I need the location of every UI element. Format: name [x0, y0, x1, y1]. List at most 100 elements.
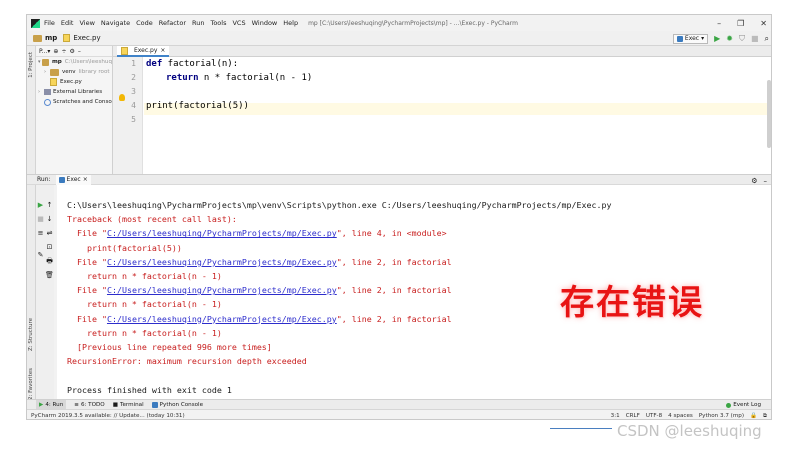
editor-scrollbar[interactable]: [767, 80, 771, 148]
terminal-icon: ■: [112, 401, 119, 408]
minimize-button[interactable]: –: [717, 19, 721, 28]
menu-file[interactable]: File: [44, 19, 55, 27]
run-panel-header: Run: Exec × ⚙ –: [27, 174, 771, 185]
lock-icon[interactable]: 🔒: [750, 413, 757, 419]
indent-setting[interactable]: 4 spaces: [668, 413, 693, 419]
tree-item-mp[interactable]: ▾ mp C:\Users\leeshuq: [36, 57, 112, 67]
close-icon[interactable]: ×: [83, 176, 88, 183]
tool-tab-label: Python Console: [159, 401, 204, 408]
folder-icon: [50, 68, 59, 76]
tree-item-scratches[interactable]: Scratches and Conso: [36, 97, 112, 107]
tree-item-exec-py[interactable]: Exec.py: [36, 77, 112, 87]
menu-vcs[interactable]: VCS: [232, 19, 245, 27]
status-widgets: 3:1 CRLF UTF-8 4 spaces Python 3.7 (mp) …: [611, 410, 767, 420]
hide-icon[interactable]: –: [78, 48, 81, 55]
status-message[interactable]: PyCharm 2019.3.5 available: // Update...…: [31, 413, 185, 419]
menu-run[interactable]: Run: [192, 19, 204, 27]
run-icon[interactable]: ▶: [714, 34, 720, 44]
file-link[interactable]: C:/Users/leeshuqing/PycharmProjects/mp/E…: [107, 285, 337, 295]
run-configuration-select[interactable]: Exec ▾: [672, 33, 709, 44]
code-text: print(factorial(5)): [146, 101, 249, 111]
structure-tool-button[interactable]: Z: Structure: [28, 318, 34, 351]
debug-icon[interactable]: ✹: [726, 34, 733, 44]
breadcrumb-file[interactable]: Exec.py: [73, 34, 100, 42]
editor-tab-label: Exec.py: [134, 47, 158, 54]
maximize-button[interactable]: ❐: [737, 19, 744, 28]
close-button[interactable]: ✕: [760, 19, 767, 28]
lightbulb-icon[interactable]: [119, 94, 125, 101]
favorites-tool-button[interactable]: 2: Favorites: [28, 368, 34, 400]
tool-tab-run[interactable]: ▶ 4: Run: [36, 399, 67, 410]
print-icon[interactable]: 🖶: [45, 257, 54, 268]
menu-refactor[interactable]: Refactor: [159, 19, 186, 27]
menu-code[interactable]: Code: [136, 19, 153, 27]
project-panel-header: P...▾ ⊕ ÷ ⚙ –: [36, 46, 112, 57]
tree-item-external-libraries[interactable]: › External Libraries: [36, 87, 112, 97]
memory-icon[interactable]: ⧉: [763, 413, 767, 420]
event-log-icon: [726, 402, 732, 408]
code-editor[interactable]: 1 2 3 4 5 def factorial(n): return n * f…: [113, 57, 771, 174]
close-icon[interactable]: ×: [160, 47, 165, 54]
scroll-to-end-icon[interactable]: ⊡: [45, 243, 54, 251]
python-interpreter[interactable]: Python 3.7 (mp): [699, 413, 744, 419]
tool-tab-todo[interactable]: ≡ 6: TODO: [74, 402, 104, 408]
menu-help[interactable]: Help: [283, 19, 298, 27]
stop-icon[interactable]: ■: [36, 215, 45, 223]
line-separator[interactable]: CRLF: [626, 413, 640, 419]
search-icon[interactable]: ⌕: [765, 34, 769, 44]
coverage-icon[interactable]: ⛉: [739, 34, 745, 44]
stop-icon[interactable]: ■: [751, 34, 759, 44]
layout-icon[interactable]: ≡: [36, 229, 45, 237]
run-tab-label: Exec: [66, 176, 81, 183]
console-text: ", line 2, in factorial: [336, 313, 452, 324]
code-text: factorial(n):: [162, 59, 239, 69]
run-panel-label: Run:: [37, 176, 51, 183]
gear-icon[interactable]: ⚙: [69, 48, 74, 55]
editor-tab-exec-py[interactable]: Exec.py ×: [117, 46, 170, 57]
run-tab-exec[interactable]: Exec ×: [55, 174, 91, 185]
scratches-icon: [44, 98, 51, 106]
title-bar: File Edit View Navigate Code Refactor Ru…: [27, 15, 771, 31]
console-line: File "C:/Users/leeshuqing/PycharmProject…: [67, 257, 452, 267]
gear-icon[interactable]: ⚙: [751, 177, 757, 185]
library-icon: [44, 89, 51, 95]
window-title: mp [C:\Users\leeshuqing\PycharmProjects\…: [308, 19, 518, 27]
error-stamp-annotation: 存在错误: [560, 283, 704, 323]
menu-window[interactable]: Window: [252, 19, 278, 27]
project-tool-button[interactable]: 1: Project: [28, 52, 34, 78]
console-line: [Previous line repeated 996 more times]: [67, 342, 272, 352]
tool-tab-terminal[interactable]: ■ Terminal: [113, 402, 144, 408]
collapse-icon[interactable]: ÷: [61, 48, 66, 55]
project-view-select[interactable]: P...▾: [39, 48, 50, 55]
menu-navigate[interactable]: Navigate: [101, 19, 130, 27]
menu-tools[interactable]: Tools: [210, 19, 226, 27]
watermark-underline: [550, 428, 612, 429]
down-icon[interactable]: ↓: [45, 215, 54, 223]
console-line: return n * factorial(n - 1): [67, 299, 222, 310]
soft-wrap-icon[interactable]: ⇌: [45, 229, 54, 237]
console-line: return n * factorial(n - 1): [67, 271, 222, 281]
hide-icon[interactable]: –: [764, 177, 768, 185]
file-link[interactable]: C:/Users/leeshuqing/PycharmProjects/mp/E…: [107, 314, 337, 324]
locate-icon[interactable]: ⊕: [53, 48, 58, 55]
breadcrumb-project[interactable]: mp: [45, 34, 57, 42]
up-icon[interactable]: ↑: [45, 201, 54, 209]
caret-position[interactable]: 3:1: [611, 413, 620, 419]
pin-icon[interactable]: ✎: [36, 251, 45, 259]
trash-icon[interactable]: 🗑: [45, 271, 54, 279]
file-encoding[interactable]: UTF-8: [646, 413, 662, 419]
editor-tab-bar: Exec.py ×: [113, 46, 771, 57]
tool-tab-label: Terminal: [120, 401, 144, 408]
tool-tab-python-console[interactable]: Python Console: [151, 401, 204, 408]
rerun-icon[interactable]: ▶: [36, 201, 45, 209]
menu-view[interactable]: View: [79, 19, 94, 27]
python-console-icon: [151, 401, 158, 408]
menu-edit[interactable]: Edit: [61, 19, 74, 27]
run-console[interactable]: C:\Users\leeshuqing\PycharmProjects\mp\v…: [57, 185, 771, 405]
csdn-watermark: CSDN @leeshuqing: [617, 422, 762, 440]
run-icon: ▶: [39, 401, 44, 408]
file-link[interactable]: C:/Users/leeshuqing/PycharmProjects/mp/E…: [107, 228, 337, 238]
tree-item-venv[interactable]: › venv library root: [36, 67, 112, 77]
tree-item-hint: library root: [78, 69, 110, 75]
file-link[interactable]: C:/Users/leeshuqing/PycharmProjects/mp/E…: [107, 257, 337, 267]
